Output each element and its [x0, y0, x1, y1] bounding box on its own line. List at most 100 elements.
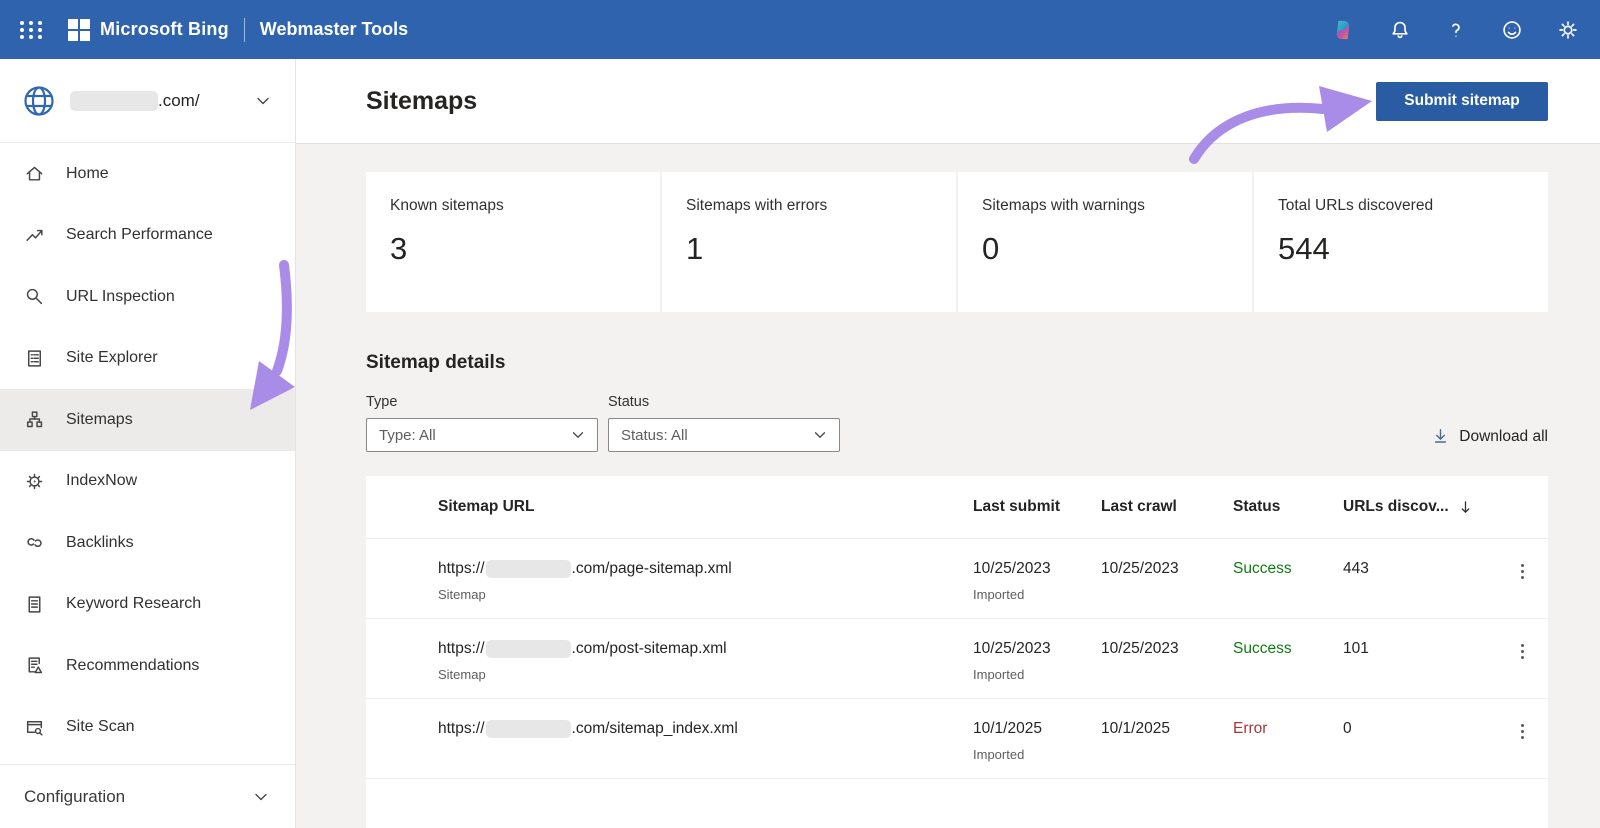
- stat-label: Total URLs discovered: [1278, 197, 1434, 214]
- microsoft-logo-icon: [68, 18, 90, 41]
- last-submit-cell: 10/25/2023: [973, 640, 1051, 657]
- search-icon: [26, 289, 43, 305]
- sidebar-item-sitemaps[interactable]: Sitemaps: [0, 389, 295, 451]
- sidebar-item-label: Keyword Research: [66, 595, 202, 613]
- sidebar-item-indexnow[interactable]: IndexNow: [0, 451, 295, 513]
- download-icon: [1435, 429, 1447, 443]
- sidebar-item-label: URL Inspection: [66, 287, 175, 305]
- sitemap-details-heading: Sitemap details: [366, 352, 506, 373]
- copilot-icon[interactable]: [1330, 17, 1356, 43]
- sitemap-url-cell: https:// .com/page-sitemap.xml: [438, 560, 732, 578]
- row-actions-kebab-icon[interactable]: [1515, 640, 1530, 663]
- waffle-icon[interactable]: [20, 20, 44, 39]
- stat-card-sitemaps-with-errors: Sitemaps with errors 1: [662, 172, 956, 312]
- sidebar-item-label: Backlinks: [66, 533, 134, 551]
- help-icon[interactable]: [1444, 18, 1468, 42]
- status-badge: Error: [1233, 720, 1268, 737]
- sidebar-item-configuration[interactable]: Configuration: [0, 764, 295, 828]
- sitemaps-table: Sitemap URL Last submit Last crawl Statu…: [366, 476, 1548, 828]
- submit-sitemap-button[interactable]: Submit sitemap: [1376, 81, 1548, 121]
- top-app-bar: Microsoft Bing Webmaster Tools: [0, 0, 1600, 59]
- brand-title: Microsoft Bing: [100, 19, 229, 39]
- sidebar-item-label: Home: [66, 164, 109, 182]
- chevron-down-icon: [814, 432, 826, 438]
- filters-row: Type Type: All Status Status: All Downlo…: [366, 394, 1548, 452]
- last-crawl-cell: 10/1/2025: [1101, 720, 1170, 737]
- settings-gear-icon[interactable]: [1556, 18, 1580, 42]
- column-header-last-crawl[interactable]: Last crawl: [1101, 498, 1233, 516]
- column-header-status[interactable]: Status: [1233, 498, 1343, 516]
- download-all-button[interactable]: Download all: [1431, 427, 1548, 452]
- status-filter-dropdown[interactable]: Status: All: [608, 418, 840, 452]
- content-area: Known sitemaps 3 Sitemaps with errors 1 …: [296, 144, 1600, 828]
- url-redacted: [485, 560, 571, 578]
- column-header-sitemap-url[interactable]: Sitemap URL: [438, 498, 973, 516]
- globe-icon: [24, 85, 54, 116]
- site-explorer-icon: [27, 350, 42, 367]
- type-filter-value: Type: All: [379, 426, 436, 444]
- sidebar-item-site-explorer[interactable]: Site Explorer: [0, 328, 295, 390]
- sidebar-item-search-performance[interactable]: Search Performance: [0, 205, 295, 267]
- sitemap-url-cell: https:// .com/post-sitemap.xml: [438, 640, 727, 658]
- stat-value: 0: [982, 231, 1000, 266]
- sort-descending-icon: [1461, 500, 1469, 513]
- submit-note: Imported: [973, 667, 1025, 682]
- last-submit-cell: 10/25/2023: [973, 560, 1051, 577]
- sidebar-item-keyword-research[interactable]: Keyword Research: [0, 574, 295, 636]
- last-crawl-cell: 10/25/2023: [1101, 560, 1179, 577]
- sidebar-item-label: Site Explorer: [66, 349, 158, 367]
- column-header-urls-discovered[interactable]: URLs discov...: [1343, 498, 1491, 516]
- sidebar-item-label: Recommendations: [66, 656, 200, 674]
- sidebar-item-recommendations[interactable]: Recommendations: [0, 635, 295, 697]
- sitemap-type-label: Sitemap: [438, 587, 486, 602]
- last-submit-cell: 10/1/2025: [973, 720, 1042, 737]
- column-header-last-submit[interactable]: Last submit: [973, 498, 1101, 516]
- type-filter-dropdown[interactable]: Type: All: [366, 418, 598, 452]
- sidebar-item-label: Configuration: [24, 786, 126, 806]
- sidebar: .com/ Home Search Performance URL Inspec…: [0, 59, 296, 828]
- table-row[interactable]: https:// .com/post-sitemap.xml Sitemap 1…: [366, 619, 1548, 699]
- row-actions-kebab-icon[interactable]: [1515, 560, 1530, 583]
- sidebar-item-url-inspection[interactable]: URL Inspection: [0, 266, 295, 328]
- status-filter: Status Status: All: [608, 394, 840, 452]
- sidebar-item-site-scan[interactable]: Site Scan: [0, 697, 295, 759]
- table-row[interactable]: https:// .com/sitemap_index.xml 10/1/202…: [366, 699, 1548, 779]
- indexnow-icon: [26, 473, 43, 490]
- recommendations-icon: [28, 657, 43, 674]
- stats-row: Known sitemaps 3 Sitemaps with errors 1 …: [366, 172, 1548, 312]
- site-selector[interactable]: .com/: [0, 59, 295, 143]
- stat-value: 3: [390, 231, 408, 266]
- stat-card-total-urls-discovered: Total URLs discovered 544: [1254, 172, 1548, 312]
- table-row[interactable]: https:// .com/page-sitemap.xml Sitemap 1…: [366, 539, 1548, 619]
- table-header-row: Sitemap URL Last submit Last crawl Statu…: [366, 476, 1548, 539]
- status-badge: Success: [1233, 640, 1292, 657]
- submit-note: Imported: [973, 587, 1025, 602]
- status-filter-label: Status: [608, 394, 650, 410]
- status-badge: Success: [1233, 560, 1292, 577]
- stat-label: Known sitemaps: [390, 197, 504, 214]
- home-icon: [26, 166, 43, 181]
- urls-discovered-cell: 101: [1343, 640, 1369, 657]
- sidebar-item-label: IndexNow: [66, 472, 138, 490]
- keyword-icon: [28, 596, 41, 613]
- notifications-bell-icon[interactable]: [1388, 18, 1412, 42]
- urls-discovered-cell: 0: [1343, 720, 1352, 737]
- sidebar-item-home[interactable]: Home: [0, 143, 295, 205]
- brand-divider: [243, 17, 245, 42]
- stat-card-sitemaps-with-warnings: Sitemaps with warnings 0: [958, 172, 1252, 312]
- urls-discovered-cell: 443: [1343, 560, 1369, 577]
- last-crawl-cell: 10/25/2023: [1101, 640, 1179, 657]
- stat-value: 1: [686, 231, 704, 266]
- site-scan-icon: [26, 720, 43, 736]
- sidebar-item-label: Sitemaps: [66, 410, 133, 428]
- feedback-smiley-icon[interactable]: [1500, 18, 1524, 42]
- sitemap-icon: [26, 411, 43, 428]
- sidebar-item-label: Search Performance: [66, 226, 213, 244]
- submit-note: Imported: [973, 747, 1025, 762]
- sidebar-item-backlinks[interactable]: Backlinks: [0, 512, 295, 574]
- site-domain-suffix: .com/: [158, 90, 200, 110]
- row-actions-kebab-icon[interactable]: [1515, 720, 1530, 743]
- type-filter: Type Type: All: [366, 394, 598, 452]
- chevron-down-icon: [257, 97, 269, 104]
- stat-value: 544: [1278, 231, 1330, 266]
